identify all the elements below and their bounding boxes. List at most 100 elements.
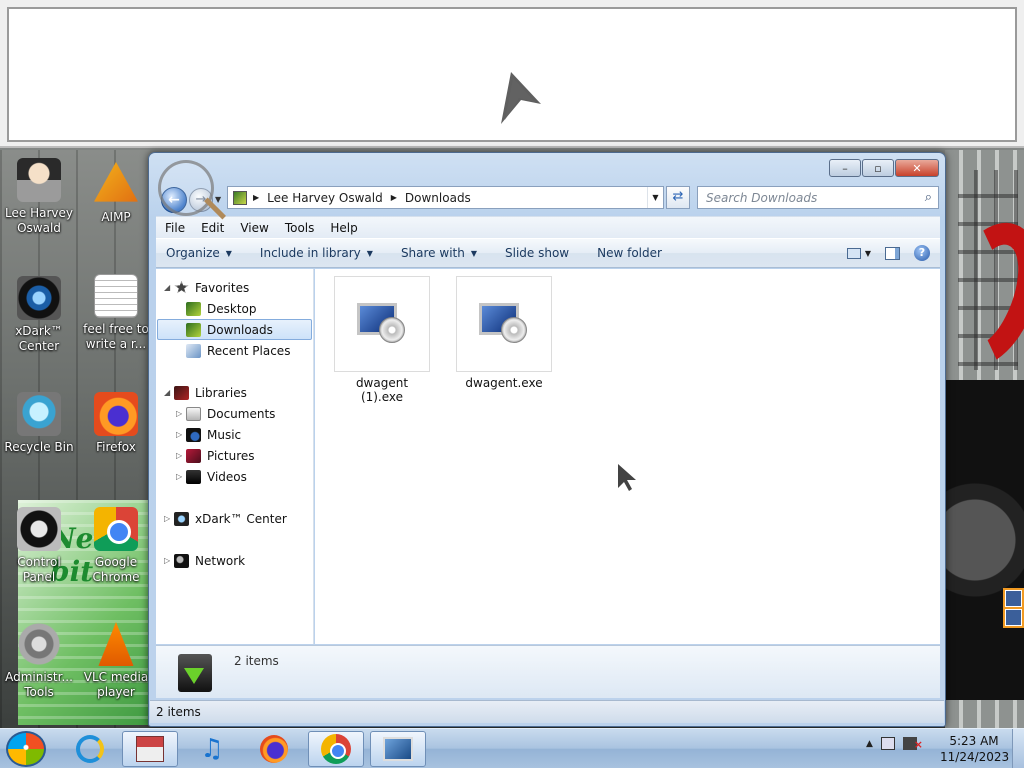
desktop-icon-control-panel[interactable]: Control Panel bbox=[0, 507, 78, 585]
desktop-icon-xdark-center[interactable]: xDark™ Center bbox=[0, 276, 78, 354]
network-status-icon[interactable] bbox=[880, 737, 895, 750]
expand-icon[interactable]: ▷ bbox=[176, 472, 186, 481]
nav-label: Pictures bbox=[207, 448, 255, 463]
nav-documents[interactable]: ▷ Documents bbox=[176, 403, 275, 424]
expand-icon[interactable]: ▷ bbox=[176, 430, 186, 439]
maximize-button[interactable]: ▫ bbox=[862, 159, 894, 177]
nav-libraries[interactable]: ◢ Libraries bbox=[164, 382, 247, 403]
search-input[interactable]: Search Downloads ⌕ bbox=[697, 186, 939, 209]
control-panel-icon bbox=[17, 507, 61, 551]
organize-button[interactable]: Organize ▼ bbox=[166, 246, 232, 260]
slide-show-button[interactable]: Slide show bbox=[505, 246, 569, 260]
firefox-icon bbox=[94, 392, 138, 436]
menu-edit[interactable]: Edit bbox=[201, 221, 224, 235]
recycle-bin-icon bbox=[17, 392, 61, 436]
desktop-icon-google-chrome[interactable]: Google Chrome bbox=[77, 507, 155, 585]
minimize-button[interactable]: – bbox=[829, 159, 861, 177]
nav-favorites[interactable]: ◢ Favorites bbox=[164, 277, 249, 298]
show-desktop-button[interactable] bbox=[1012, 729, 1024, 768]
gadget-monitor-icon[interactable] bbox=[1005, 609, 1022, 626]
volume-muted-icon[interactable] bbox=[902, 737, 923, 751]
nav-xdark-center[interactable]: ▷ xDark™ Center bbox=[164, 508, 287, 529]
collapse-icon[interactable]: ◢ bbox=[164, 283, 174, 292]
taskbar-chrome[interactable] bbox=[308, 731, 364, 767]
taskbar-internet-explorer[interactable] bbox=[62, 731, 118, 767]
desktop-icon-aimp[interactable]: AIMP bbox=[77, 162, 155, 225]
close-button[interactable]: ✕ bbox=[895, 159, 939, 177]
aimp-icon bbox=[94, 162, 138, 202]
navigation-pane: ◢ Favorites Desktop Downloads Recent Pla… bbox=[156, 269, 314, 644]
file-item[interactable]: dwagent (1).exe bbox=[334, 276, 430, 404]
explorer-window[interactable]: – ▫ ✕ ← → ▼ ▶ Lee Harvey Oswald ▶ Downlo… bbox=[148, 152, 946, 727]
menu-tools[interactable]: Tools bbox=[285, 221, 315, 235]
desktop-icon-firefox[interactable]: Firefox bbox=[77, 392, 155, 455]
start-button[interactable] bbox=[6, 731, 46, 767]
change-view-icon[interactable] bbox=[846, 247, 861, 259]
xdark-center-icon bbox=[17, 276, 61, 320]
menu-view[interactable]: View bbox=[240, 221, 268, 235]
new-folder-button[interactable]: New folder bbox=[597, 246, 662, 260]
expand-icon[interactable]: ▷ bbox=[176, 409, 186, 418]
menu-help[interactable]: Help bbox=[330, 221, 357, 235]
nav-recent-places[interactable]: Recent Places bbox=[186, 340, 290, 361]
xdark-center-icon bbox=[174, 511, 189, 526]
clock-date: 11/24/2023 bbox=[940, 750, 1010, 764]
gadget-gear-icon[interactable] bbox=[1005, 590, 1022, 607]
search-icon[interactable]: ⌕ bbox=[925, 190, 932, 205]
recent-pages-dropdown[interactable]: ▼ bbox=[215, 195, 221, 204]
desktop-icon-vlc[interactable]: VLC media player bbox=[77, 622, 155, 700]
menu-file[interactable]: File bbox=[165, 221, 185, 235]
desktop-icon-recycle-bin[interactable]: Recycle Bin bbox=[0, 392, 78, 455]
view-options-dropdown-icon[interactable]: ▼ bbox=[865, 249, 871, 258]
refresh-button[interactable]: ⇄ bbox=[666, 186, 690, 209]
expand-icon[interactable]: ▷ bbox=[164, 556, 174, 565]
taskbar-store[interactable] bbox=[122, 731, 178, 767]
taskbar-music-player[interactable]: ♫ bbox=[184, 731, 240, 767]
nav-videos[interactable]: ▷ Videos bbox=[176, 466, 247, 487]
nav-music[interactable]: ▷ Music bbox=[176, 424, 241, 445]
desktop-icon-admin-tools[interactable]: Administr... Tools bbox=[0, 622, 78, 700]
taskbar: ♫ ▲ 5:23 AM 11/24/2023 bbox=[0, 728, 1024, 768]
internet-explorer-icon bbox=[76, 735, 104, 763]
chrome-icon bbox=[94, 507, 138, 551]
desktop-icon-text-document[interactable]: feel free to write a r... bbox=[77, 274, 155, 352]
file-list-area[interactable]: dwagent (1).exe dwagent.exe bbox=[315, 269, 940, 644]
share-with-button[interactable]: Share with ▼ bbox=[401, 246, 477, 260]
firefox-icon bbox=[260, 735, 288, 763]
search-placeholder: Search Downloads bbox=[706, 190, 818, 205]
mouse-cursor-icon bbox=[501, 72, 541, 124]
file-item[interactable]: dwagent.exe bbox=[456, 276, 552, 390]
chevron-down-icon: ▼ bbox=[366, 248, 373, 258]
breadcrumb-separator-icon[interactable]: ▶ bbox=[253, 193, 259, 202]
show-hidden-icons-icon[interactable]: ▲ bbox=[866, 739, 873, 749]
desktop-icon-user-folder[interactable]: Lee Harvey Oswald bbox=[0, 158, 78, 236]
collapse-icon[interactable]: ◢ bbox=[164, 388, 174, 397]
taskbar-clock[interactable]: 5:23 AM 11/24/2023 bbox=[940, 733, 1010, 765]
admin-tools-icon bbox=[17, 622, 61, 666]
taskbar-firefox[interactable] bbox=[246, 731, 302, 767]
nav-downloads[interactable]: Downloads bbox=[157, 319, 312, 340]
expand-icon[interactable]: ▷ bbox=[164, 514, 174, 523]
address-dropdown-icon[interactable]: ▼ bbox=[647, 187, 663, 208]
taskbar-explorer[interactable] bbox=[370, 731, 426, 767]
nav-label: Desktop bbox=[207, 301, 257, 316]
nav-desktop[interactable]: Desktop bbox=[186, 298, 257, 319]
include-in-library-button[interactable]: Include in library ▼ bbox=[260, 246, 373, 260]
nav-pictures[interactable]: ▷ Pictures bbox=[176, 445, 255, 466]
address-bar[interactable]: ▶ Lee Harvey Oswald ▶ Downloads ▼ bbox=[227, 186, 664, 209]
desktop-icon-label: Firefox bbox=[96, 440, 136, 454]
libraries-icon bbox=[174, 385, 189, 400]
installer-disc-icon bbox=[379, 317, 405, 343]
breadcrumb-separator-icon[interactable]: ▶ bbox=[391, 193, 397, 202]
expand-icon[interactable]: ▷ bbox=[176, 451, 186, 460]
pictures-icon bbox=[186, 448, 201, 463]
store-icon bbox=[136, 736, 164, 762]
breadcrumb-user[interactable]: Lee Harvey Oswald bbox=[267, 191, 383, 205]
newfolder-label: New folder bbox=[597, 246, 662, 260]
preview-pane-icon[interactable] bbox=[885, 246, 900, 260]
breadcrumb-downloads[interactable]: Downloads bbox=[405, 191, 471, 205]
nav-network[interactable]: ▷ Network bbox=[164, 550, 245, 571]
desktop-icon-label: Control Panel bbox=[17, 555, 61, 584]
help-icon[interactable]: ? bbox=[914, 245, 930, 261]
desktop-icon-label: VLC media player bbox=[83, 670, 149, 699]
